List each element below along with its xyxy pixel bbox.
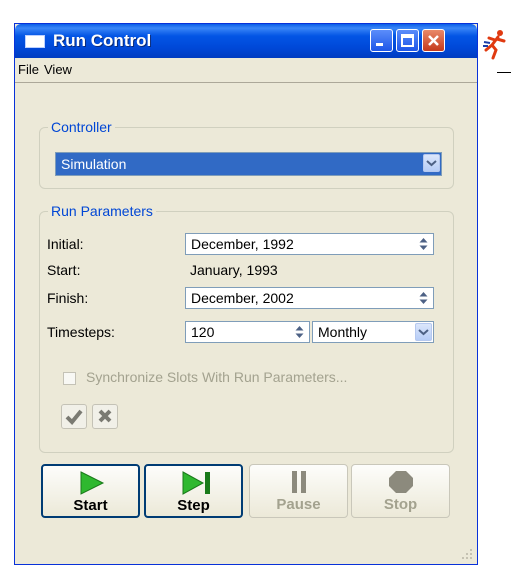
apply-button[interactable] bbox=[61, 404, 87, 429]
divider-line bbox=[497, 72, 511, 73]
step-button[interactable]: Step bbox=[144, 464, 243, 518]
menu-bar: File View bbox=[15, 58, 477, 80]
controller-group-label: Controller bbox=[48, 119, 115, 135]
sync-slots-label: Synchronize Slots With Run Parameters... bbox=[86, 369, 348, 385]
timesteps-label: Timesteps: bbox=[47, 324, 115, 340]
chevron-down-icon bbox=[418, 329, 429, 336]
maximize-icon bbox=[401, 34, 414, 47]
close-button[interactable] bbox=[422, 29, 445, 52]
start-value: January, 1993 bbox=[190, 262, 278, 278]
spin-arrows-icon[interactable] bbox=[293, 324, 306, 340]
finish-value: December, 2002 bbox=[191, 290, 294, 306]
window-icon bbox=[25, 35, 45, 48]
start-button[interactable]: Start bbox=[41, 464, 140, 518]
initial-label: Initial: bbox=[47, 236, 84, 252]
step-icon bbox=[182, 471, 210, 495]
controller-group: Controller Simulation bbox=[39, 119, 454, 189]
timestep-unit-select[interactable]: Monthly bbox=[312, 321, 434, 343]
runner-icon bbox=[483, 30, 506, 60]
title-bar[interactable]: Run Control bbox=[15, 24, 477, 58]
x-icon bbox=[98, 409, 112, 423]
menu-file[interactable]: File bbox=[18, 62, 39, 77]
chevron-down-icon bbox=[426, 160, 437, 167]
maximize-button[interactable] bbox=[396, 29, 419, 52]
controller-select[interactable]: Simulation bbox=[55, 152, 442, 176]
finish-field[interactable]: December, 2002 bbox=[185, 287, 434, 309]
timesteps-field[interactable]: 120 bbox=[185, 321, 310, 343]
minimize-icon bbox=[376, 43, 383, 46]
pause-button-label: Pause bbox=[276, 496, 321, 513]
pause-button[interactable]: Pause bbox=[249, 464, 348, 518]
initial-value: December, 1992 bbox=[191, 236, 294, 252]
spin-arrows-icon[interactable] bbox=[417, 236, 430, 252]
play-icon bbox=[80, 471, 105, 495]
run-parameters-group-label: Run Parameters bbox=[48, 203, 156, 219]
start-button-label: Start bbox=[73, 497, 108, 514]
menu-separator bbox=[15, 82, 477, 83]
sync-slots-checkbox[interactable] bbox=[63, 372, 76, 385]
stop-button[interactable]: Stop bbox=[351, 464, 450, 518]
stop-button-label: Stop bbox=[383, 496, 418, 513]
run-control-window: Run Control File View Controller Simulat… bbox=[14, 23, 478, 565]
controller-dropdown-button[interactable] bbox=[423, 154, 440, 172]
timestep-unit-value: Monthly bbox=[318, 324, 368, 340]
start-label: Start: bbox=[47, 262, 81, 278]
initial-field[interactable]: December, 1992 bbox=[185, 233, 434, 255]
close-icon bbox=[428, 35, 439, 46]
minimize-button[interactable] bbox=[370, 29, 393, 52]
controller-select-value: Simulation bbox=[61, 156, 127, 172]
timestep-unit-dropdown-button[interactable] bbox=[415, 323, 432, 341]
resize-grip-icon[interactable] bbox=[461, 548, 473, 560]
finish-label: Finish: bbox=[47, 290, 89, 306]
check-icon bbox=[65, 409, 83, 425]
step-button-label: Step bbox=[177, 497, 210, 514]
revert-button[interactable] bbox=[92, 404, 118, 429]
timesteps-value: 120 bbox=[191, 324, 215, 340]
window-title: Run Control bbox=[53, 31, 152, 50]
stop-icon bbox=[389, 471, 413, 493]
menu-view[interactable]: View bbox=[44, 62, 72, 77]
pause-icon bbox=[292, 471, 306, 493]
spin-arrows-icon[interactable] bbox=[417, 290, 430, 306]
